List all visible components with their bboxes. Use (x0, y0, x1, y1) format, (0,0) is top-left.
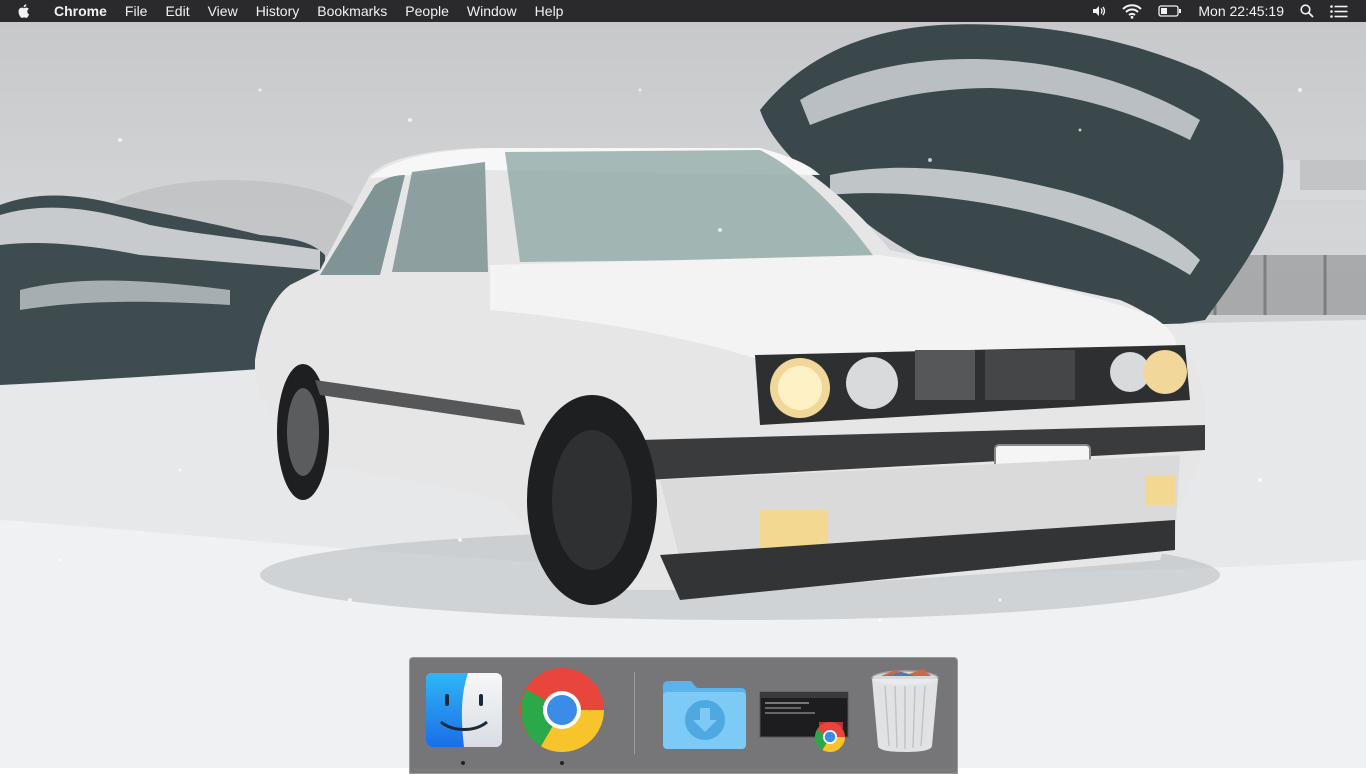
chrome-window-thumbnail-icon[interactable] (759, 666, 849, 753)
apple-logo-icon[interactable] (16, 3, 38, 19)
trash-full-icon[interactable] (865, 666, 951, 752)
desktop-wallpaper (0, 0, 1366, 768)
wifi-icon[interactable] (1122, 3, 1143, 19)
menu-bookmarks[interactable]: Bookmarks (317, 3, 387, 19)
menu-help[interactable]: Help (535, 3, 564, 19)
dock-divider (634, 672, 635, 754)
search-icon[interactable] (1300, 4, 1314, 18)
menu-edit[interactable]: Edit (165, 3, 189, 19)
menu-bar: Chrome File Edit View History Bookmarks … (0, 0, 1366, 22)
dock (409, 657, 958, 774)
menu-file[interactable]: File (125, 3, 148, 19)
battery-icon[interactable] (1158, 5, 1182, 17)
finder-running-indicator (461, 761, 465, 765)
chrome-running-indicator (560, 761, 564, 765)
app-menu-chrome[interactable]: Chrome (54, 3, 107, 19)
menubar-clock[interactable]: Mon 22:45:19 (1198, 3, 1284, 19)
menu-people[interactable]: People (405, 3, 449, 19)
status-menus: Mon 22:45:19 (1076, 0, 1366, 22)
menu-view[interactable]: View (208, 3, 238, 19)
menu-history[interactable]: History (256, 3, 300, 19)
menu-window[interactable]: Window (467, 3, 517, 19)
chrome-icon[interactable] (519, 666, 605, 753)
finder-icon[interactable] (421, 666, 507, 752)
downloads-folder-icon[interactable] (661, 666, 747, 752)
speaker-icon[interactable] (1092, 5, 1106, 17)
notification-center-icon[interactable] (1330, 4, 1348, 18)
